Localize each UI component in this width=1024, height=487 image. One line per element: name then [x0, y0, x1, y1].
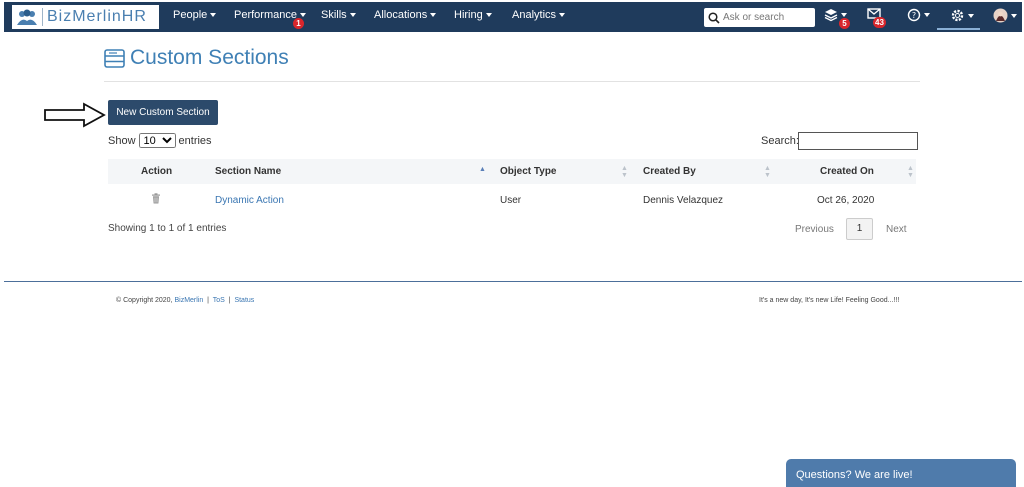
logo-people-icon — [17, 9, 37, 25]
pagination-previous[interactable]: Previous — [795, 224, 834, 235]
page-title: Custom Sections — [130, 46, 289, 69]
avatar-icon — [993, 8, 1008, 23]
chevron-down-icon — [485, 13, 492, 18]
top-navbar: BizMerlinHR People Performance 1 Skills … — [4, 2, 1022, 32]
created-on-cell: Oct 26, 2020 — [817, 195, 875, 206]
global-search — [704, 8, 815, 27]
section-name-link[interactable]: Dynamic Action — [215, 195, 284, 206]
object-type-cell: User — [500, 195, 522, 206]
nav-people-label: People — [173, 9, 208, 21]
footer-copyright: © Copyright 2020, BizMerlin | ToS | Stat… — [116, 297, 254, 304]
footer-tagline: It's a new day, It's new Life! Feeling G… — [759, 297, 900, 304]
mail-badge: 43 — [873, 17, 886, 28]
copyright-text: © Copyright 2020, — [116, 297, 173, 304]
chevron-down-icon — [559, 13, 566, 18]
chevron-down-icon — [924, 13, 930, 17]
nav-allocations-label: Allocations — [374, 9, 428, 21]
performance-badge: 1 — [293, 18, 304, 29]
search-icon — [708, 11, 720, 24]
layers-icon — [824, 9, 838, 22]
nav-people[interactable]: People — [173, 9, 217, 21]
table-info: Showing 1 to 1 of 1 entries — [108, 223, 227, 234]
help-menu[interactable]: ? — [907, 8, 930, 22]
tos-link[interactable]: ToS — [213, 297, 225, 304]
user-menu[interactable] — [993, 8, 1017, 23]
column-created-on[interactable]: Created On — [820, 166, 874, 177]
nav-performance-label: Performance — [234, 9, 297, 21]
page-header: Custom Sections — [104, 46, 289, 70]
help-icon: ? — [907, 8, 921, 22]
global-search-input[interactable] — [723, 12, 811, 23]
footer-divider — [4, 281, 1022, 282]
table-search-input[interactable] — [798, 132, 918, 150]
new-custom-section-button[interactable]: New Custom Section — [108, 100, 218, 125]
column-action[interactable]: Action — [141, 166, 172, 177]
brand-logo[interactable]: BizMerlinHR — [12, 5, 159, 29]
arrow-right-icon — [44, 102, 106, 128]
pagination-next[interactable]: Next — [886, 224, 907, 235]
pagination-page-1[interactable]: 1 — [846, 218, 873, 240]
table-header: Action Section Name ▲ Object Type ▲ ▼ Cre… — [108, 159, 916, 184]
table-row: Dynamic Action User Dennis Velazquez Oct… — [108, 185, 916, 213]
chevron-down-icon — [430, 13, 437, 18]
sort-both-icon[interactable]: ▲ ▼ — [907, 165, 914, 179]
brand-name: BizMerlinHR — [42, 8, 147, 26]
sort-both-icon[interactable]: ▲ ▼ — [764, 165, 771, 179]
nav-analytics[interactable]: Analytics — [512, 9, 566, 21]
chevron-down-icon — [968, 13, 974, 18]
layers-badge: 5 — [839, 18, 850, 29]
sort-both-icon[interactable]: ▲ ▼ — [621, 165, 628, 179]
company-link[interactable]: BizMerlin — [174, 297, 203, 304]
title-divider — [104, 81, 920, 82]
settings-active-indicator — [937, 28, 980, 30]
chevron-down-icon — [1011, 13, 1017, 18]
entries-label: entries — [178, 134, 212, 147]
status-link[interactable]: Status — [234, 297, 254, 304]
column-created-by[interactable]: Created By — [643, 166, 696, 177]
column-section-name[interactable]: Section Name — [215, 166, 281, 177]
nav-skills-label: Skills — [321, 9, 347, 21]
sections-icon — [104, 48, 125, 68]
gear-icon — [951, 9, 964, 22]
nav-allocations[interactable]: Allocations — [374, 9, 437, 21]
live-chat-button[interactable]: Questions? We are live! — [786, 459, 1016, 487]
nav-hiring[interactable]: Hiring — [454, 9, 492, 21]
footer-separator: | — [228, 297, 231, 304]
entries-length-control: Show 10 entries — [108, 133, 212, 148]
nav-skills[interactable]: Skills — [321, 9, 356, 21]
entries-select[interactable]: 10 — [138, 133, 176, 148]
created-by-cell: Dennis Velazquez — [643, 195, 724, 206]
chevron-down-icon — [210, 13, 217, 18]
chevron-down-icon — [299, 13, 306, 18]
trash-icon[interactable] — [151, 193, 161, 204]
table-search-label: Search: — [761, 135, 799, 147]
svg-text:?: ? — [912, 11, 916, 20]
footer-separator: | — [207, 297, 209, 304]
chevron-down-icon — [841, 13, 847, 17]
sort-asc-icon[interactable]: ▲ — [479, 166, 486, 173]
chevron-down-icon — [349, 13, 356, 18]
nav-hiring-label: Hiring — [454, 9, 483, 21]
nav-analytics-label: Analytics — [512, 9, 557, 21]
settings-menu[interactable] — [950, 8, 974, 23]
show-label: Show — [108, 134, 136, 147]
column-object-type[interactable]: Object Type — [500, 166, 557, 177]
